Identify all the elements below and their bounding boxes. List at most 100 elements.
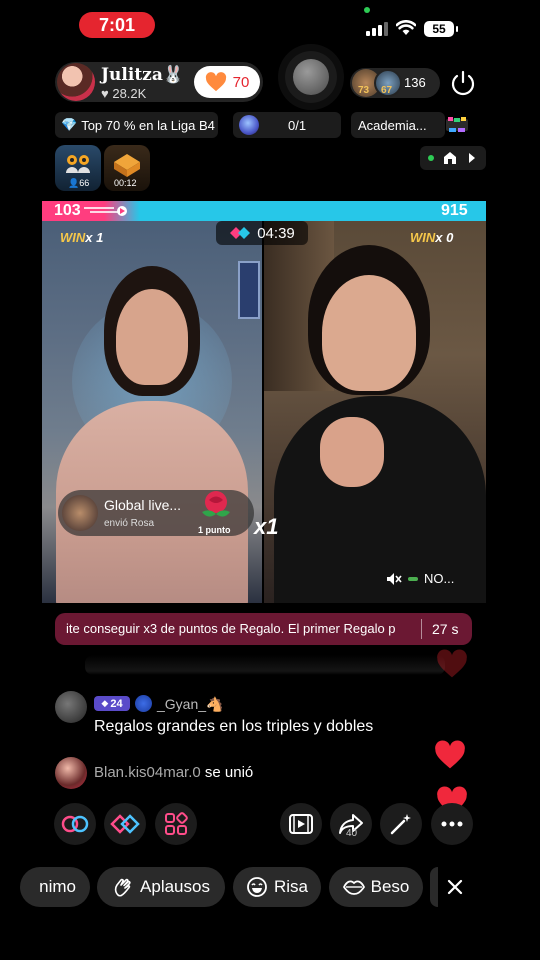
mute-label: NO... [424,571,455,586]
reaction-button-beso[interactable]: Beso [329,867,423,907]
laugh-face-icon [247,877,267,897]
link-button[interactable] [54,803,96,845]
follow-count: 70 [232,73,250,91]
mute-opponent-control[interactable]: NO... [386,571,454,586]
battle-button[interactable] [104,803,146,845]
win-counter-right: WINx 0 [410,230,454,245]
join-message: se unió [204,764,254,781]
league-pill[interactable]: 💎 Top 70 % en la Liga B4 [55,112,218,138]
chat-avatar[interactable] [55,757,87,789]
person-small-icon: 👤 [68,178,80,188]
reaction-label: Risa [273,877,308,896]
battle-score-right: 915 [441,202,468,219]
magic-wand-icon [390,814,411,835]
host-likes: ♥ 28.2K [101,86,146,101]
treasure-chest-timer: 00:12 [114,178,137,188]
record-button-core[interactable] [293,59,329,95]
battle-icon [110,814,140,834]
ticker-divider [421,619,422,639]
host-likes-count: 28.2K [112,86,147,101]
leaf-icon [408,576,418,581]
kiss-lips-icon [342,880,365,895]
reaction-button-animo[interactable]: nimo [20,867,90,907]
chat-username[interactable]: _Gyan_🐴 [157,696,223,713]
live-dot-icon [428,155,434,161]
battle-timer-text: 04:39 [257,224,295,242]
close-icon[interactable] [447,879,463,895]
chat-username[interactable]: Blan.kis04mar.0 [94,764,201,781]
streamer-face-left [116,289,188,385]
gift-sender-name: Global live... [104,497,182,513]
gift-description: envió Rosa [104,518,155,529]
signal-icon [366,22,388,36]
battle-video-right[interactable] [264,221,486,603]
host-name: Julitza🐰 [101,65,185,85]
academia-pill[interactable]: Academia... [351,112,445,138]
league-text: Top 70 % en la Liga B4 [81,117,215,133]
academia-label: Academia... [358,117,427,133]
home-icon [444,152,456,164]
battle-timer: 04:39 [216,221,308,245]
win-counter-left: WINx 1 [60,230,104,245]
power-icon[interactable] [448,68,478,98]
effects-button[interactable] [380,803,422,845]
score-progress-text: 0/1 [288,118,307,133]
gift-sender-avatar[interactable] [62,495,98,531]
wall-poster [238,261,260,319]
floating-heart-icon [435,740,465,769]
chat-avatar[interactable] [55,691,87,723]
host-avatar[interactable] [57,63,95,101]
faded-chat-line [85,655,445,675]
replay-button[interactable] [280,803,322,845]
link-icon [61,815,89,833]
floating-heart-icon [437,649,467,678]
share-button[interactable]: 40 [330,803,372,845]
streamer-hand-right [320,417,384,487]
ticker-text: ite conseguir x3 de puntos de Regalo. El… [66,621,396,636]
battle-video-left[interactable] [42,221,262,603]
academia-badge-icon[interactable] [444,113,470,137]
more-dots-icon [441,821,463,827]
level-badge: ◆ 24 [94,696,130,711]
fan-club-badge-icon [135,695,152,712]
ticker-countdown: 27 s [432,621,459,637]
join-notification: Blan.kis04mar.0 se unió [94,764,253,781]
level-diamond-icon: ◆ [101,698,109,708]
wifi-icon [396,20,416,35]
clap-icon [114,878,131,897]
viewers-count: 136 [404,75,426,90]
room-controls-pill[interactable] [420,146,486,170]
reaction-button-next-edge[interactable] [430,867,438,907]
treasure-chest-icon [114,154,140,177]
top-viewer-badge-2: 67 [381,85,393,96]
reaction-button-aplausos[interactable]: Aplausos [97,867,225,907]
reaction-label: nimo [39,877,76,896]
reaction-label: Aplausos [140,877,210,896]
battery-icon: 55 [424,21,458,37]
reaction-button-risa[interactable]: Risa [233,867,321,907]
battle-score-left: 103 [54,202,81,219]
game-tile-count: 👤66 [68,178,90,188]
globe-icon [239,115,259,135]
treasure-chest-tile[interactable]: 00:12 [104,145,150,191]
follow-button[interactable]: 70 [194,66,260,98]
top-viewer-badge-1: 73 [358,85,370,96]
reaction-label: Beso [370,877,410,896]
camera-indicator-dot [364,7,370,13]
diamond-icon: 💎 [61,117,78,132]
game-tile-group[interactable]: 👤66 [55,145,101,191]
top-viewer-avatar-2[interactable]: 67 [374,69,402,97]
apps-button[interactable] [155,803,197,845]
people-icon [66,155,90,173]
more-options-button[interactable] [431,803,473,845]
battle-streak-icon [84,206,127,216]
chat-message: Regalos grandes en los triples y dobles [94,718,374,735]
share-count: 40 [346,828,358,839]
gift-multiplier: x1 [254,514,279,539]
streamer-face-right [322,275,416,391]
heart-small-icon: ♥ [101,86,109,101]
chevron-right-icon [469,153,475,163]
film-icon [289,814,313,834]
battle-icon [230,227,251,239]
status-time: 7:01 [79,12,155,38]
